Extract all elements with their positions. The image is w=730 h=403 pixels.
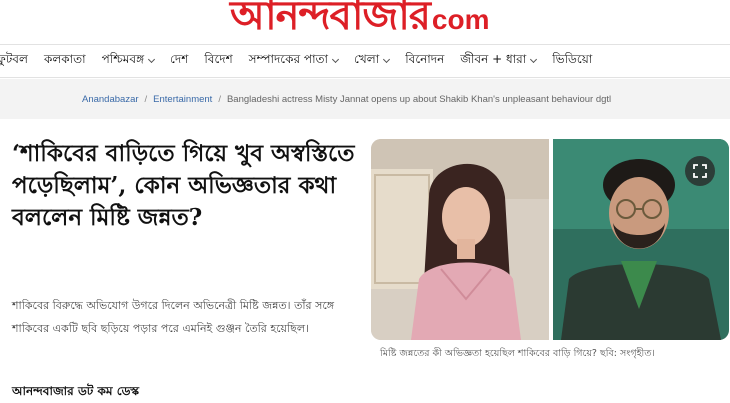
breadcrumb-current-page: Bangladeshi actress Misty Jannat opens u… <box>226 93 612 105</box>
nav-item[interactable]: পশ্চিমবঙ্গ <box>101 51 156 71</box>
hero-image-composite <box>371 139 729 340</box>
logo-domain-suffix: com <box>431 4 490 30</box>
chevron-down-icon <box>383 55 391 63</box>
nav-item[interactable]: দেশ <box>170 51 188 71</box>
nav-item[interactable]: খেলা <box>354 51 391 71</box>
breadcrumb: Anandabazar / Entertainment / Bangladesh… <box>0 79 730 119</box>
image-caption: মিষ্টি জন্নতের কী অভিজ্ঞতা হয়েছিল শাকিব… <box>380 348 655 359</box>
nav-item[interactable]: সম্পাদকের পাতা <box>248 51 340 71</box>
nav-item-label: ফুটবল <box>0 52 28 66</box>
article-summary: শাকিবের বিরুদ্ধে অভিযোগ উগরে দিলেন অভিনে… <box>12 299 335 335</box>
nav-item-label: পশ্চিমবঙ্গ <box>101 52 145 66</box>
breadcrumb-separator: / <box>144 93 148 105</box>
site-header: আনন্দবাজার com <box>0 0 730 30</box>
nav-item[interactable]: বিনোদন <box>405 51 444 71</box>
nav-item[interactable]: ভিডিয়ো <box>552 51 592 71</box>
nav-item[interactable]: ফুটবল <box>0 51 28 71</box>
chevron-down-icon <box>148 55 156 63</box>
nav-item-label: ভিডিয়ো <box>552 52 593 66</box>
chevron-down-icon <box>530 55 538 63</box>
article-headline: ‘শাকিবের বাড়িতে গিয়ে খুব অস্বস্তিতে পড… <box>12 140 355 231</box>
site-logo[interactable]: আনন্দবাজার com <box>230 0 489 30</box>
nav-item-label: দেশ <box>170 52 189 66</box>
breadcrumb-home-link[interactable]: Anandabazar <box>82 94 139 105</box>
nav-item[interactable]: বিদেশ <box>204 51 232 71</box>
main-nav: ফুটবল কলকাতা পশ্চিমবঙ্গ দেশ বিদেশ সম্পাদকের প… <box>0 44 730 78</box>
nav-item-label: জীবন + ধারা <box>460 52 527 66</box>
nav-item-label: কলকাতা <box>43 52 86 66</box>
logo-bengali-text: আনন্দবাজার <box>230 0 431 30</box>
article-byline[interactable]: আনন্দবাজার ডট কম ডেস্ক <box>12 383 139 403</box>
breadcrumb-section-link[interactable]: Entertainment <box>153 94 212 105</box>
nav-item-label: বিনোদন <box>405 52 445 66</box>
expand-image-button[interactable] <box>685 156 715 186</box>
nav-item-label: বিদেশ <box>204 52 233 66</box>
article-hero-image[interactable] <box>371 139 729 340</box>
chevron-down-icon <box>331 55 340 63</box>
breadcrumb-separator: / <box>218 93 221 105</box>
nav-item[interactable]: জীবন + ধারা <box>460 51 538 71</box>
expand-icon <box>693 164 707 178</box>
nav-item[interactable]: কলকাতা <box>44 51 86 71</box>
nav-item-label: সম্পাদকের পাতা <box>248 52 329 66</box>
nav-item-label: খেলা <box>354 52 380 66</box>
